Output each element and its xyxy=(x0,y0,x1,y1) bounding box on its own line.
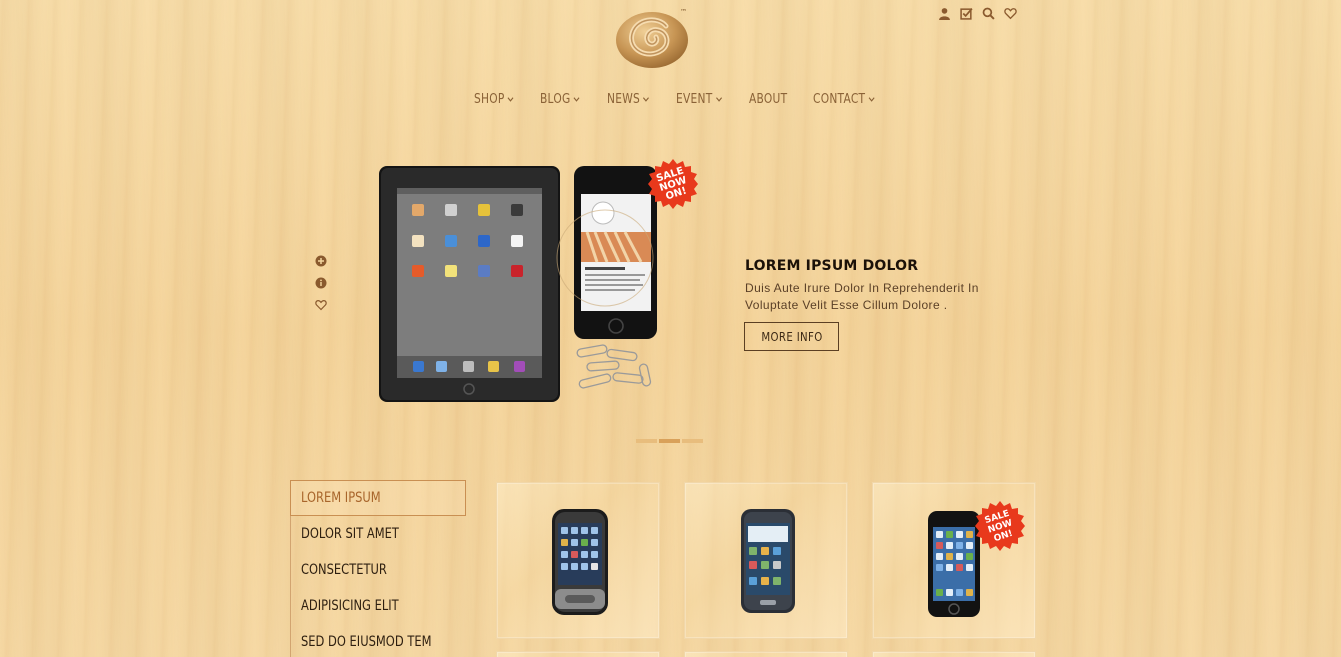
nav-item-label: BLOG xyxy=(540,92,571,107)
slider-caption: LOREM IPSUM DOLOR Duis Aute Irure Dolor … xyxy=(745,258,995,314)
slider-dot-active[interactable] xyxy=(659,439,680,443)
product-card[interactable] xyxy=(684,482,848,639)
category-item[interactable]: DOLOR SIT AMET xyxy=(290,516,466,552)
chevron-down-icon xyxy=(642,97,649,102)
nav-item-label: NEWS xyxy=(606,92,640,107)
nav-item-event[interactable]: EVENT xyxy=(676,92,722,107)
nav-item-label: SHOP xyxy=(474,92,505,107)
search-icon[interactable] xyxy=(980,5,996,21)
main-nav: SHOP BLOG NEWS EVENT ABOUT CONTACT xyxy=(474,92,906,107)
slider-side-icons xyxy=(315,255,329,313)
info-circle-icon[interactable] xyxy=(315,277,329,291)
user-icon[interactable] xyxy=(936,5,952,21)
product-card[interactable] xyxy=(496,482,660,639)
product-image-touchscreen-phone xyxy=(552,509,608,615)
nav-item-contact[interactable]: CONTACT xyxy=(813,92,875,107)
svg-text:™: ™ xyxy=(680,8,687,16)
nav-item-label: CONTACT xyxy=(813,92,866,107)
category-item-active[interactable]: LOREM IPSUM xyxy=(290,480,466,516)
nav-item-about[interactable]: ABOUT xyxy=(749,92,787,107)
product-image-galaxy-phone xyxy=(741,509,795,613)
site-logo[interactable]: ™ xyxy=(614,4,690,70)
product-card[interactable] xyxy=(872,651,1036,657)
header-utility-icons xyxy=(936,5,1018,21)
plus-circle-icon[interactable] xyxy=(315,255,329,269)
checklist-icon[interactable] xyxy=(958,5,974,21)
nav-item-label: EVENT xyxy=(675,92,713,107)
nav-item-label: ABOUT xyxy=(749,92,788,107)
slider-pagination xyxy=(636,439,703,443)
slider-caption-title: LOREM IPSUM DOLOR xyxy=(745,258,919,274)
nav-item-shop[interactable]: SHOP xyxy=(474,92,514,107)
chevron-down-icon xyxy=(507,97,514,102)
sale-badge: SALE NOW ON! xyxy=(648,159,698,209)
more-info-button[interactable]: MORE INFO xyxy=(744,322,839,351)
chevron-down-icon xyxy=(715,97,722,102)
heart-icon[interactable] xyxy=(315,299,329,313)
slider-dot[interactable] xyxy=(682,439,703,443)
product-image-iphone: SALE NOW ON! xyxy=(928,501,1025,617)
category-item[interactable]: SED DO EIUSMOD TEM xyxy=(290,624,466,657)
nav-item-news[interactable]: NEWS xyxy=(607,92,650,107)
product-card[interactable] xyxy=(684,651,848,657)
category-list: LOREM IPSUM DOLOR SIT AMET CONSECTETUR A… xyxy=(290,480,466,657)
slider-product-image[interactable]: SALE NOW ON! xyxy=(375,158,705,408)
heart-icon[interactable] xyxy=(1002,5,1018,21)
product-card[interactable] xyxy=(496,651,660,657)
category-item[interactable]: CONSECTETUR xyxy=(290,552,466,588)
slider-caption-text: Duis Aute Irure Dolor In Reprehenderit I… xyxy=(745,281,979,312)
chevron-down-icon xyxy=(574,97,580,102)
slider-dot[interactable] xyxy=(636,439,657,443)
chevron-down-icon xyxy=(868,97,875,102)
more-info-label: MORE INFO xyxy=(760,329,823,344)
category-item[interactable]: ADIPISICING ELIT xyxy=(290,588,466,624)
product-card[interactable]: SALE NOW ON! xyxy=(872,482,1036,639)
nav-item-blog[interactable]: BLOG xyxy=(540,92,580,107)
